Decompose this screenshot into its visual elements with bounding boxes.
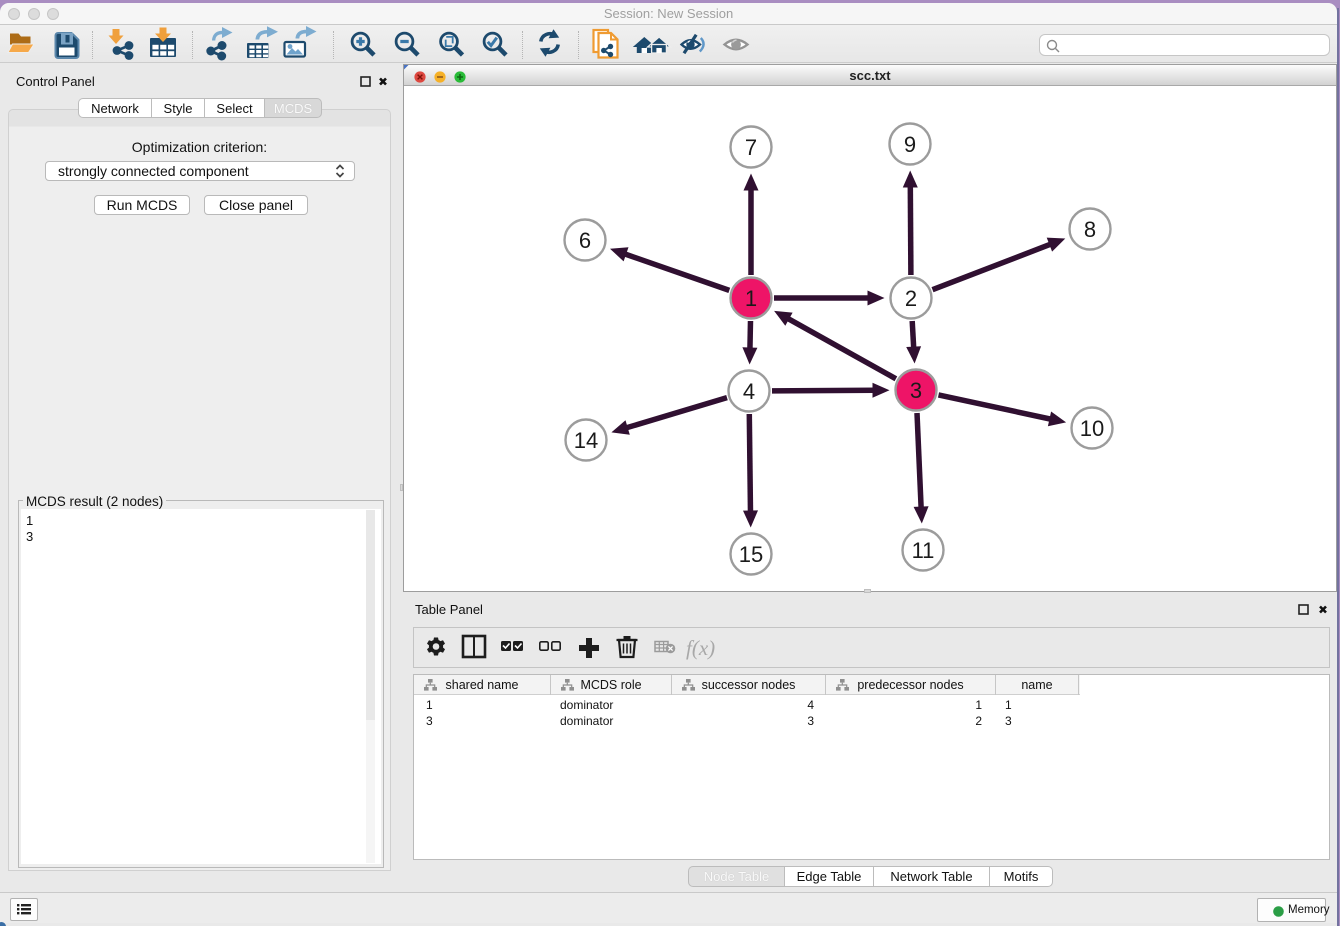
svg-text:3: 3 (910, 378, 922, 403)
svg-text:7: 7 (745, 135, 757, 160)
svg-text:11: 11 (912, 538, 935, 563)
svg-text:1: 1 (745, 286, 757, 311)
svg-text:2: 2 (905, 286, 917, 311)
svg-text:f(x): f(x) (686, 636, 715, 660)
svg-text:8: 8 (1084, 217, 1096, 242)
svg-text:6: 6 (579, 228, 591, 253)
svg-text:10: 10 (1080, 416, 1104, 441)
svg-text:15: 15 (739, 542, 763, 567)
svg-text:4: 4 (743, 379, 755, 404)
svg-text:14: 14 (574, 428, 598, 453)
svg-text:9: 9 (904, 132, 916, 157)
